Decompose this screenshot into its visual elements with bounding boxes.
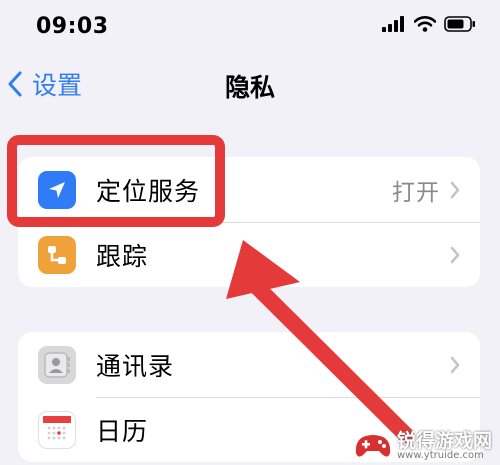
row-label: 定位服务 — [96, 176, 201, 206]
chevron-right-icon — [450, 181, 460, 198]
row-location-services[interactable]: 定位服务 打开 — [18, 157, 480, 222]
row-label: 通讯录 — [96, 351, 175, 381]
cellular-signal-icon — [382, 16, 404, 32]
watermark-title: 锐得游戏网 — [396, 430, 492, 452]
status-time: 09:03 — [36, 14, 109, 39]
chevron-right-icon — [450, 246, 460, 263]
row-value: 打开 — [392, 179, 440, 206]
contacts-icon — [38, 345, 76, 384]
gamepad-logo-icon — [355, 434, 391, 457]
tracking-icon — [38, 235, 76, 274]
battery-icon — [444, 16, 475, 32]
status-icons — [382, 16, 476, 32]
watermark-url: www.ytruide.com — [396, 450, 484, 461]
row-tracking[interactable]: 跟踪 — [18, 222, 480, 287]
row-divider — [96, 222, 480, 223]
location-arrow-icon — [38, 170, 76, 209]
wifi-icon — [414, 16, 436, 32]
status-bar: 09:03 — [0, 0, 500, 54]
calendar-icon — [38, 410, 76, 449]
page-title: 隐私 — [224, 73, 275, 102]
row-contacts[interactable]: 通讯录 — [18, 332, 480, 397]
row-label: 跟踪 — [96, 241, 149, 271]
chevron-right-icon — [450, 356, 460, 373]
row-label: 日历 — [96, 416, 149, 446]
settings-group-1: 定位服务 打开 跟踪 — [18, 157, 480, 287]
row-divider — [96, 397, 480, 398]
watermark: 锐得游戏网 www.ytruide.com — [353, 432, 492, 461]
navigation-bar: 设置 隐私 — [0, 60, 500, 110]
